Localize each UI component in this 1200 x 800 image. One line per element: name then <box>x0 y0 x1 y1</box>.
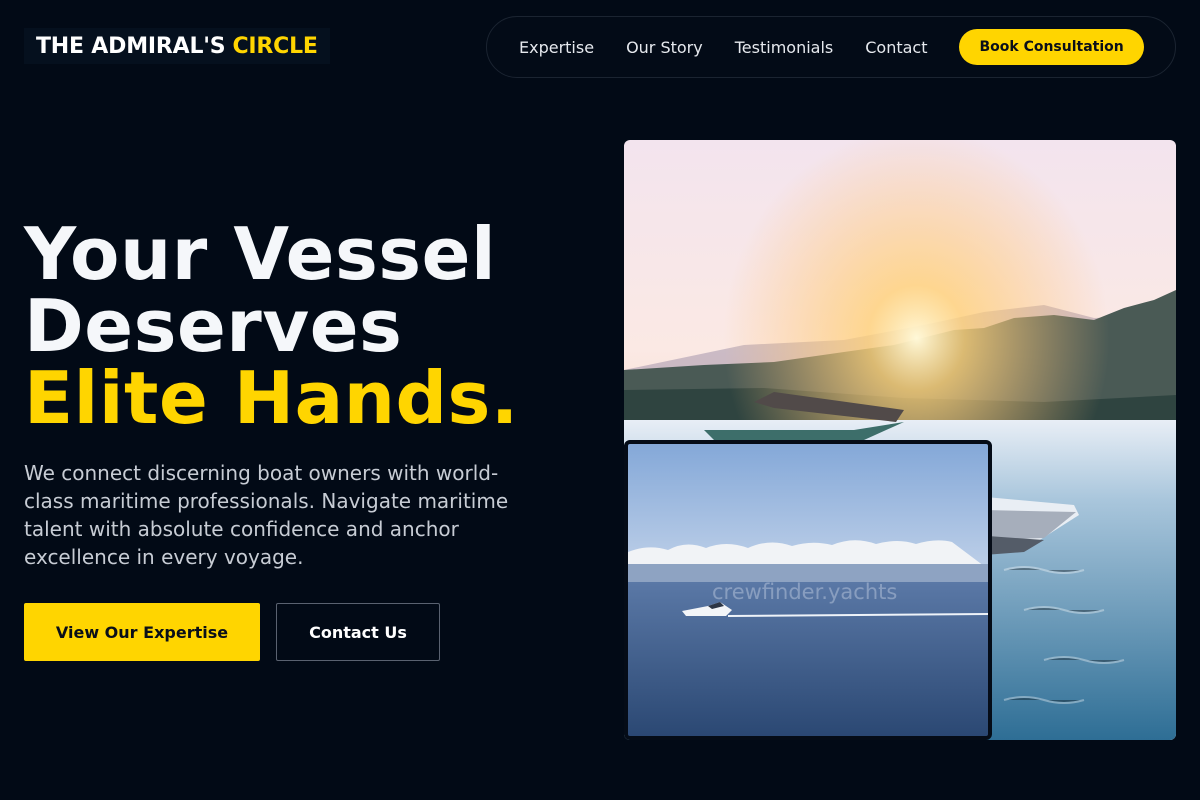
headline-line-3: Elite Hands. <box>24 356 519 440</box>
hero-headline: Your Vessel Deserves Elite Hands. <box>24 218 519 434</box>
view-expertise-button[interactable]: View Our Expertise <box>24 603 260 661</box>
main-nav: Expertise Our Story Testimonials Contact… <box>486 16 1176 78</box>
headline-line-1: Your Vessel <box>24 212 497 296</box>
book-consultation-button[interactable]: Book Consultation <box>959 29 1144 65</box>
nav-link-testimonials[interactable]: Testimonials <box>735 38 834 57</box>
contact-us-button[interactable]: Contact Us <box>276 603 440 661</box>
headline-line-2: Deserves <box>24 284 403 368</box>
nav-link-expertise[interactable]: Expertise <box>519 38 594 57</box>
brand-name: THE ADMIRAL'S <box>36 33 226 59</box>
nav-link-our-story[interactable]: Our Story <box>626 38 703 57</box>
inset-photo-speedboat: crewfinder.yachts <box>624 440 992 740</box>
inset-watermark: crewfinder.yachts <box>712 580 898 604</box>
brand-name-accent: CIRCLE <box>232 33 318 59</box>
brand-logo[interactable]: THE ADMIRAL'S CIRCLE <box>24 28 330 64</box>
nav-link-contact[interactable]: Contact <box>865 38 927 57</box>
hero-description: We connect discerning boat owners with w… <box>24 461 509 569</box>
